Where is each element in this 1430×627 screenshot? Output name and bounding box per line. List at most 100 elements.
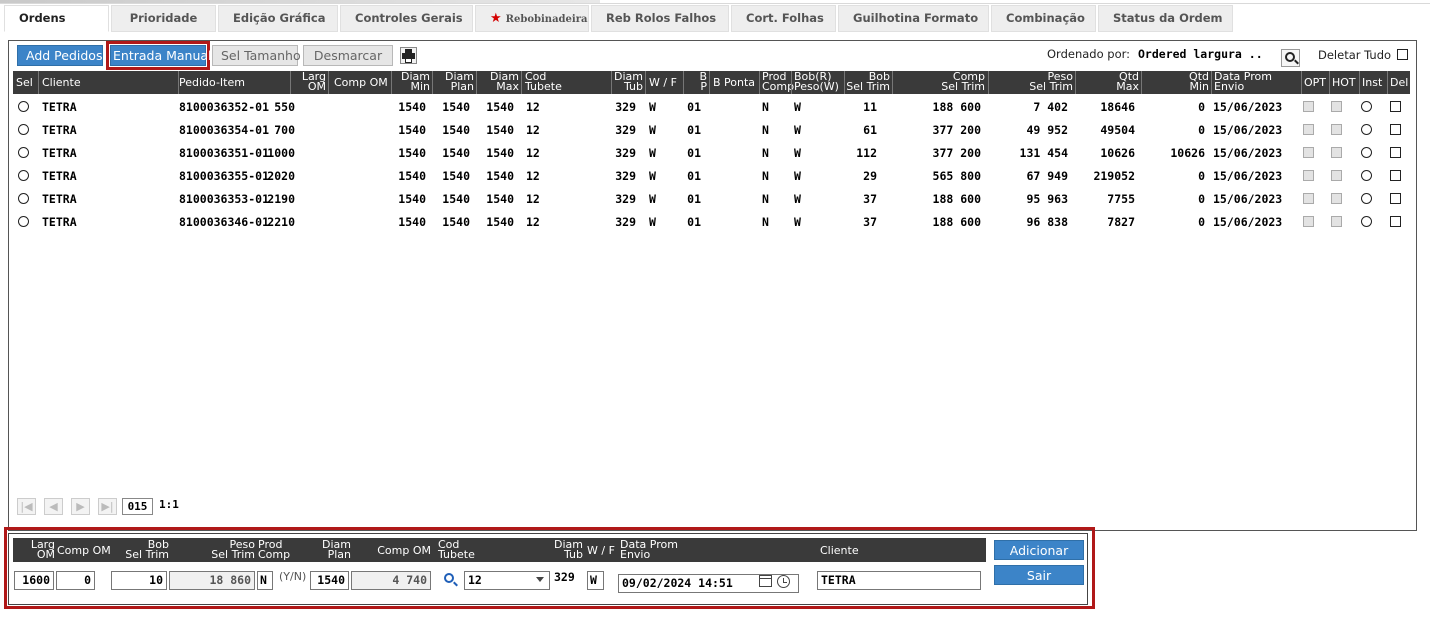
table-row[interactable]: TETRA 8100036352-01 550 1540 1540 1540 12 329 W 0… xyxy=(13,96,1410,119)
sair-button[interactable]: Sair xyxy=(994,565,1084,585)
page-number-input[interactable]: 015 xyxy=(122,498,153,515)
tab-prioridade[interactable]: Prioridade xyxy=(111,5,216,32)
del-checkbox[interactable] xyxy=(1390,193,1401,204)
col-bob-peso[interactable]: Bob(R) Peso(W) xyxy=(791,71,844,94)
deletar-tudo-checkbox[interactable] xyxy=(1397,49,1408,60)
col-opt[interactable]: OPT xyxy=(1301,71,1329,94)
cell-dmax: 1540 xyxy=(486,146,514,160)
cliente-input[interactable]: TETRA xyxy=(817,571,981,590)
cell-cliente: TETRA xyxy=(42,100,77,114)
inst-radio[interactable] xyxy=(1361,216,1372,227)
col-cliente[interactable]: Cliente xyxy=(38,71,178,94)
col-comp-sel-trim[interactable]: Comp Sel Trim xyxy=(892,71,988,94)
col-pedido-item[interactable]: Pedido-Item xyxy=(178,71,290,94)
diam-plan-input[interactable]: 1540 xyxy=(310,571,349,590)
row-select-radio[interactable] xyxy=(18,101,29,112)
cell-cod: 12 xyxy=(526,123,540,137)
del-checkbox[interactable] xyxy=(1390,216,1401,227)
inst-radio[interactable] xyxy=(1361,101,1372,112)
chevron-down-icon[interactable] xyxy=(536,577,544,582)
calendar-icon[interactable] xyxy=(759,575,772,587)
cell-bp: 01 xyxy=(687,100,701,114)
col-bob-sel-trim[interactable]: Bob Sel Trim xyxy=(844,71,892,94)
add-pedidos-button[interactable]: Add Pedidos xyxy=(17,45,103,66)
col-cod-tubete[interactable]: Cod Tubete xyxy=(521,71,611,94)
next-page-icon[interactable]: ▶ xyxy=(71,498,90,515)
cell-data: 15/06/2023 xyxy=(1213,192,1283,206)
row-select-radio[interactable] xyxy=(18,216,29,227)
tab-ordens[interactable]: Ordens xyxy=(4,5,109,32)
table-row[interactable]: TETRA 8100036355-01 2020 1540 1540 1540 12 329 W… xyxy=(13,165,1410,188)
search-icon[interactable] xyxy=(1281,49,1300,67)
inst-radio[interactable] xyxy=(1361,147,1372,158)
prev-page-icon[interactable]: ◀ xyxy=(44,498,63,515)
tab-status-da-ordem[interactable]: Status da Ordem xyxy=(1098,5,1233,32)
tab-rebobinadeira[interactable]: ★ Rebobinadeira xyxy=(475,5,589,32)
col-qtd-max[interactable]: Qtd Max xyxy=(1075,71,1141,94)
col-prod-comp[interactable]: Prod Comp xyxy=(759,71,794,94)
cell-comp: 377 200 xyxy=(932,123,981,137)
cell-data: 15/06/2023 xyxy=(1213,100,1283,114)
tab-guilhotina-formato[interactable]: Guilhotina Formato xyxy=(838,5,989,32)
table-row[interactable]: TETRA 8100036351-01 1000 1540 1540 1540 12 329 W… xyxy=(13,142,1410,165)
col-data-prom[interactable]: Data Prom Envio xyxy=(1211,71,1301,94)
tab-edicao-grafica[interactable]: Edição Gráfica xyxy=(218,5,338,32)
row-select-radio[interactable] xyxy=(18,147,29,158)
col-hot[interactable]: HOT xyxy=(1329,71,1359,94)
printer-icon[interactable] xyxy=(400,47,417,64)
adicionar-button[interactable]: Adicionar xyxy=(994,540,1084,560)
first-page-icon[interactable]: |◀ xyxy=(17,498,36,515)
del-checkbox[interactable] xyxy=(1390,101,1401,112)
last-page-icon[interactable]: ▶| xyxy=(98,498,117,515)
cell-dmax: 1540 xyxy=(486,169,514,183)
cell-dmax: 1540 xyxy=(486,100,514,114)
cell-pedido: 8100036353-01 xyxy=(179,192,270,206)
col-comp-om[interactable]: Comp OM xyxy=(328,71,391,94)
col-larg-om[interactable]: Larg OM xyxy=(290,71,328,94)
tab-reb-rolos-falhos[interactable]: Reb Rolos Falhos xyxy=(591,5,729,32)
bob-sel-trim-input[interactable]: 10 xyxy=(111,571,167,590)
tab-cort-folhas[interactable]: Cort. Folhas xyxy=(731,5,836,32)
comp-om-input[interactable]: 0 xyxy=(56,571,95,590)
entrada-manual-button[interactable]: Entrada Manual xyxy=(110,45,212,66)
cell-larg: 2210 xyxy=(267,215,295,229)
prod-comp-input[interactable]: N xyxy=(257,571,273,590)
col-wf[interactable]: W / F xyxy=(645,71,683,94)
col-sel[interactable]: Sel xyxy=(13,71,38,94)
search-icon[interactable] xyxy=(443,572,459,588)
row-select-radio[interactable] xyxy=(18,170,29,181)
table-row[interactable]: TETRA 8100036354-01 700 1540 1540 1540 12 329 W 0… xyxy=(13,119,1410,142)
col-b-ponta[interactable]: B Ponta xyxy=(709,71,759,94)
ordered-by-value[interactable]: Ordered largura .. xyxy=(1138,47,1263,61)
table-row[interactable]: TETRA 8100036346-01 2210 1540 1540 1540 12 329 W… xyxy=(13,211,1410,234)
tab-controles-gerais[interactable]: Controles Gerais xyxy=(340,5,473,32)
del-checkbox[interactable] xyxy=(1390,170,1401,181)
col-peso-sel-trim[interactable]: Peso Sel Trim xyxy=(988,71,1075,94)
del-checkbox[interactable] xyxy=(1390,147,1401,158)
cell-dplan: 1540 xyxy=(442,169,470,183)
del-checkbox[interactable] xyxy=(1390,124,1401,135)
table-row[interactable]: TETRA 8100036353-01 2190 1540 1540 1540 12 329 W… xyxy=(13,188,1410,211)
col-inst[interactable]: Inst xyxy=(1359,71,1387,94)
cell-wf: W xyxy=(649,146,656,160)
row-select-radio[interactable] xyxy=(18,193,29,204)
row-select-radio[interactable] xyxy=(18,124,29,135)
col-diam-plan[interactable]: Diam Plan xyxy=(432,71,476,94)
sel-tamanho-button[interactable]: Sel Tamanho xyxy=(212,45,301,66)
cell-prod: N xyxy=(762,146,769,160)
col-diam-tub[interactable]: Diam Tub xyxy=(611,71,645,94)
inst-radio[interactable] xyxy=(1361,193,1372,204)
col-diam-max[interactable]: Diam Max xyxy=(476,71,521,94)
clock-icon[interactable] xyxy=(777,575,790,588)
wf-input[interactable]: W xyxy=(587,571,604,590)
larg-om-input[interactable]: 1600 xyxy=(14,571,54,590)
col-diam-min[interactable]: Diam Min xyxy=(391,71,432,94)
col-qtd-min[interactable]: Qtd Min xyxy=(1141,71,1211,94)
tab-combinacao[interactable]: Combinação xyxy=(991,5,1096,32)
col-del[interactable]: Del xyxy=(1387,71,1410,94)
inst-radio[interactable] xyxy=(1361,124,1372,135)
desmarcar-button[interactable]: Desmarcar xyxy=(303,45,393,66)
inst-radio[interactable] xyxy=(1361,170,1372,181)
col-bp[interactable]: BP xyxy=(683,71,709,94)
cell-qmax: 10626 xyxy=(1100,146,1135,160)
